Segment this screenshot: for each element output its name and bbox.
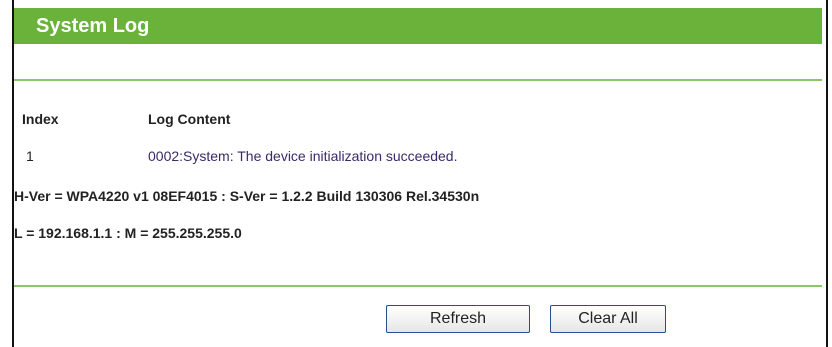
- log-row-index: 1: [26, 148, 34, 164]
- page-title: System Log: [14, 8, 822, 44]
- version-info: H-Ver = WPA4220 v1 08EF4015 : S-Ver = 1.…: [14, 188, 480, 204]
- column-header-index: Index: [22, 111, 59, 127]
- column-header-log-content: Log Content: [148, 111, 231, 127]
- divider-top: [14, 79, 822, 81]
- log-row-content: 0002:System: The device initialization s…: [148, 148, 458, 164]
- network-info: L = 192.168.1.1 : M = 255.255.255.0: [14, 225, 242, 241]
- page-frame: [12, 0, 828, 347]
- divider-bottom: [14, 285, 822, 287]
- page-frame-right-border: [826, 0, 828, 347]
- clear-all-button[interactable]: Clear All: [550, 305, 666, 333]
- refresh-button[interactable]: Refresh: [386, 305, 530, 333]
